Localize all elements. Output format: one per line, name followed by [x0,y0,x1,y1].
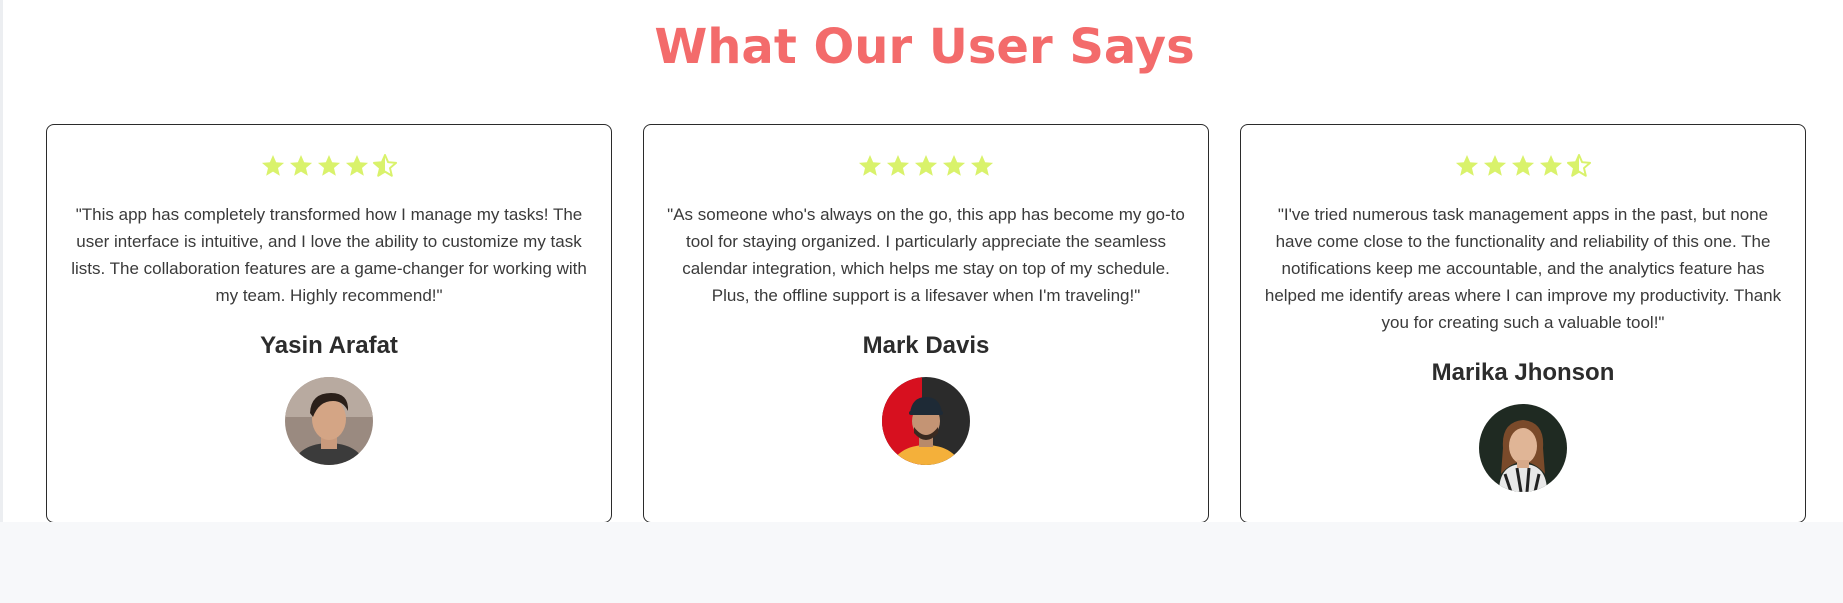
testimonial-quote: "This app has completely transformed how… [71,205,587,305]
star-full-icon [260,153,286,179]
star-rating [644,153,1208,181]
avatar-photo-icon [1479,404,1567,492]
star-full-icon [1510,153,1536,179]
star-half-icon [372,153,398,179]
star-full-icon [913,153,939,179]
reviewer-name: Mark Davis [862,332,990,359]
star-full-icon [1482,153,1508,179]
star-full-icon [316,153,342,179]
reviewer-name: Yasin Arafat [260,332,398,359]
star-full-icon [857,153,883,179]
testimonials-section: What Our User Says "This app has complet… [0,0,1843,523]
star-half-icon [1566,153,1592,179]
star-rating [1241,153,1805,181]
star-full-icon [1454,153,1480,179]
section-title: What Our User Says [654,19,1195,75]
avatar [1479,404,1567,492]
star-full-icon [941,153,967,179]
avatar [285,377,373,465]
testimonial-card: "I've tried numerous task management app… [1240,124,1806,523]
avatar [882,377,970,465]
star-full-icon [288,153,314,179]
testimonial-card: "As someone who's always on the go, this… [643,124,1209,523]
reviewer-name: Marika Jhonson [1431,359,1615,386]
star-full-icon [1538,153,1564,179]
testimonial-quote: "I've tried numerous task management app… [1264,205,1782,332]
star-rating [47,153,611,181]
star-full-icon [344,153,370,179]
star-full-icon [885,153,911,179]
testimonial-quote: "As someone who's always on the go, this… [667,205,1185,305]
testimonial-card: "This app has completely transformed how… [46,124,612,523]
avatar-photo-icon [285,377,373,465]
star-full-icon [969,153,995,179]
avatar-photo-icon [882,377,970,465]
page-background-band [0,522,1843,603]
